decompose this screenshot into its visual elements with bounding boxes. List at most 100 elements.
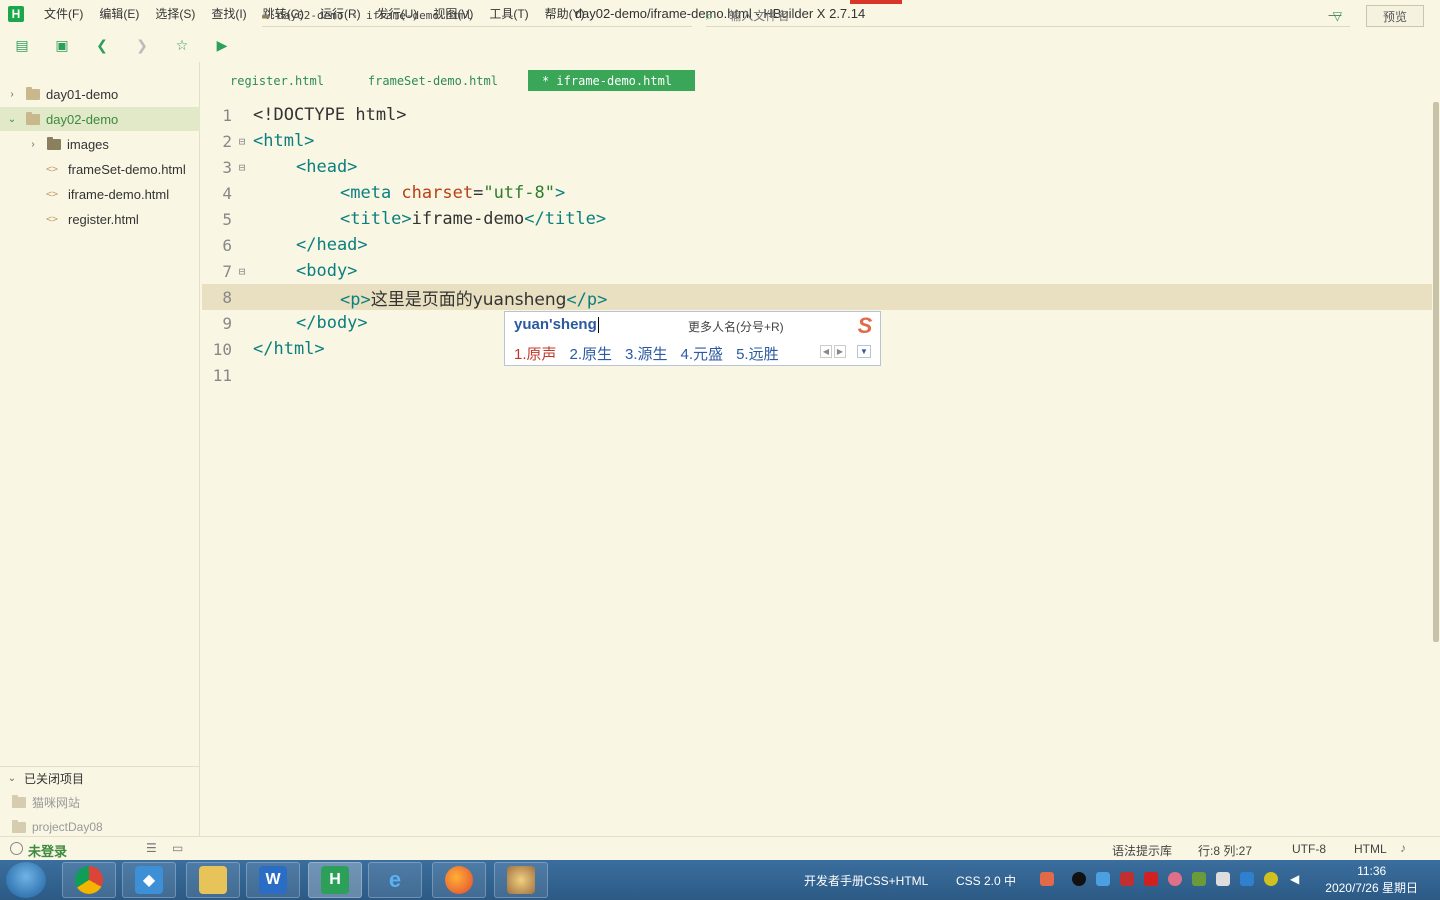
project-explorer: › day01-demo ⌄ day02-demo › images <> fr… xyxy=(0,62,200,836)
system-clock[interactable]: 11:36 2020/7/26 星期日 xyxy=(1325,863,1418,897)
filter-icon[interactable]: ▽ xyxy=(1333,9,1342,23)
line-number: 8 xyxy=(222,287,232,307)
code-line[interactable]: 3 ⊟ <head> xyxy=(202,154,1432,180)
chrome-task-icon[interactable] xyxy=(62,862,116,898)
explorer-task-icon[interactable] xyxy=(186,862,240,898)
chevron-down-icon[interactable]: ⌄ xyxy=(6,114,18,125)
tray-window-title[interactable]: 开发者手册CSS+HTML xyxy=(804,872,928,889)
cube-tray-icon[interactable] xyxy=(1096,872,1110,886)
code-token: charset xyxy=(401,183,474,203)
breadcrumb-project[interactable]: day02-demo xyxy=(277,9,343,22)
pen-tray-icon[interactable] xyxy=(1120,872,1134,886)
hbuilder-task-icon[interactable]: H xyxy=(308,862,362,898)
closed-project-label: projectDay08 xyxy=(32,820,103,834)
shield-tray-icon[interactable] xyxy=(1264,872,1278,886)
code-line[interactable]: 5 <title>iframe-demo</title> xyxy=(202,206,1432,232)
tree-item-images[interactable]: › images xyxy=(0,132,200,156)
volume-icon[interactable]: ◀ xyxy=(1290,872,1304,886)
file-language[interactable]: HTML xyxy=(1354,842,1387,856)
sogou-tray-icon[interactable] xyxy=(1040,872,1054,886)
code-line[interactable]: 7 ⊟ <body> xyxy=(202,258,1432,284)
ime-expand-icon[interactable]: ▼ xyxy=(857,345,871,358)
ime-candidate[interactable]: 4.元盛 xyxy=(681,343,724,364)
flower-tray-icon[interactable] xyxy=(1168,872,1182,886)
menu-file[interactable]: 文件(F) xyxy=(36,0,91,28)
fold-toggle-icon[interactable]: ⊟ xyxy=(232,265,252,278)
ime-candidate[interactable]: 3.源生 xyxy=(625,343,668,364)
line-number: 9 xyxy=(222,313,232,333)
closed-projects-header[interactable]: ⌄ 已关闭项目 xyxy=(0,766,200,790)
wps-task-icon[interactable]: W xyxy=(246,862,300,898)
project-day01-demo[interactable]: › day01-demo xyxy=(0,82,200,106)
ime-candidate[interactable]: 2.原生 xyxy=(570,343,613,364)
grid-tray-icon[interactable] xyxy=(1144,872,1158,886)
breadcrumb-file[interactable]: iframe-demo.html xyxy=(366,9,472,22)
file-encoding[interactable]: UTF-8 xyxy=(1292,842,1326,856)
tree-item-iframe-demo[interactable]: <> iframe-demo.html xyxy=(0,182,200,206)
new-file-icon[interactable]: ▤ xyxy=(12,35,32,55)
tab-iframe-demo[interactable]: * iframe-demo.html xyxy=(527,70,695,91)
cursor-position[interactable]: 行:8 列:27 xyxy=(1198,842,1252,859)
screen-tray-icon[interactable] xyxy=(1240,872,1254,886)
line-number: 7 xyxy=(222,261,232,281)
ime-candidate[interactable]: 1.原声 xyxy=(514,343,557,364)
tree-item-register[interactable]: <> register.html xyxy=(0,207,200,231)
qq-tray-icon[interactable] xyxy=(1072,872,1086,886)
ime-candidate-window: yuan'sheng 更多人名(分号+R) S 1.原声 2.原生 3.源生 4… xyxy=(504,311,881,366)
app-task-icon[interactable]: ◆ xyxy=(122,862,176,898)
ime-status[interactable]: CSS 2.0 中 xyxy=(956,872,1016,889)
menu-edit[interactable]: 编辑(E) xyxy=(91,0,147,28)
chevron-right-icon[interactable]: › xyxy=(27,139,39,150)
list-icon[interactable]: ☰ xyxy=(146,841,157,855)
page-next-icon[interactable]: ▶ xyxy=(834,345,846,358)
code-line[interactable]: 4 <meta charset="utf-8"> xyxy=(202,180,1432,206)
code-line[interactable]: 6 </head> xyxy=(202,232,1432,258)
closed-project-item[interactable]: 猫咪网站 xyxy=(0,790,200,814)
tab-register[interactable]: register.html xyxy=(216,70,338,91)
ime-candidate[interactable]: 5.远胜 xyxy=(736,343,779,364)
code-line[interactable]: 1 <!DOCTYPE html> xyxy=(202,102,1432,128)
star-icon[interactable]: ☆ xyxy=(172,35,192,55)
start-button-icon[interactable] xyxy=(6,862,46,898)
menu-select[interactable]: 选择(S) xyxy=(147,0,203,28)
paint-task-icon[interactable] xyxy=(494,862,548,898)
code-text: <p>这里是页面的yuansheng</p> xyxy=(252,285,607,310)
save-icon[interactable]: ▣ xyxy=(52,35,72,55)
sogou-logo-icon: S xyxy=(857,313,873,338)
windows-taskbar: ◆ W H e 开发者手册CSS+HTML CSS 2.0 中 ◀ 11:36 … xyxy=(0,860,1440,900)
fold-toggle-icon[interactable]: ⊟ xyxy=(232,161,252,174)
syntax-hint-lib[interactable]: 语法提示库 xyxy=(1112,842,1172,859)
ie-task-icon[interactable]: e xyxy=(368,862,422,898)
code-text: <body> xyxy=(252,261,357,281)
chevron-right-icon[interactable]: › xyxy=(6,89,18,100)
clock-date: 2020/7/26 星期日 xyxy=(1325,881,1418,895)
page-prev-icon[interactable]: ◀ xyxy=(820,345,832,358)
firefox-task-icon[interactable] xyxy=(432,862,486,898)
tab-frameset-demo[interactable]: frameSet-demo.html xyxy=(354,70,512,91)
bell-icon[interactable]: ♪ xyxy=(1400,841,1406,855)
preview-button[interactable]: 预览 xyxy=(1366,5,1424,27)
code-text: </html> xyxy=(252,339,325,359)
code-line-current[interactable]: 8 <p>这里是页面的yuansheng</p> xyxy=(202,284,1432,310)
editor-scrollbar[interactable] xyxy=(1433,102,1439,642)
code-token: <body> xyxy=(296,261,358,281)
tree-item-frameset-demo[interactable]: <> frameSet-demo.html xyxy=(0,157,200,181)
back-icon[interactable]: ❮ xyxy=(92,35,112,55)
folder-explorer-icon xyxy=(199,866,227,894)
display-tray-icon[interactable] xyxy=(1216,872,1230,886)
line-number: 2 xyxy=(222,131,232,151)
login-status[interactable]: 未登录 xyxy=(28,841,67,860)
code-token: "utf-8" xyxy=(483,183,555,203)
menu-find[interactable]: 查找(I) xyxy=(203,0,254,28)
hbuilder-logo-icon: H xyxy=(8,6,24,22)
code-line[interactable]: 2 ⊟ <html> xyxy=(202,128,1432,154)
terminal-icon[interactable]: ▭ xyxy=(172,841,183,855)
code-editor[interactable]: 1 <!DOCTYPE html> 2 ⊟ <html> 3 ⊟ <head> … xyxy=(202,102,1432,836)
run-icon[interactable]: ▶ xyxy=(212,35,232,55)
fold-toggle-icon[interactable]: ⊟ xyxy=(232,135,252,148)
project-day02-demo[interactable]: ⌄ day02-demo xyxy=(0,107,200,131)
chevron-down-icon[interactable]: ⌄ xyxy=(6,773,18,784)
file-search-input[interactable] xyxy=(729,8,1333,23)
forward-icon[interactable]: ❯ xyxy=(132,35,152,55)
network-tray-icon[interactable] xyxy=(1192,872,1206,886)
